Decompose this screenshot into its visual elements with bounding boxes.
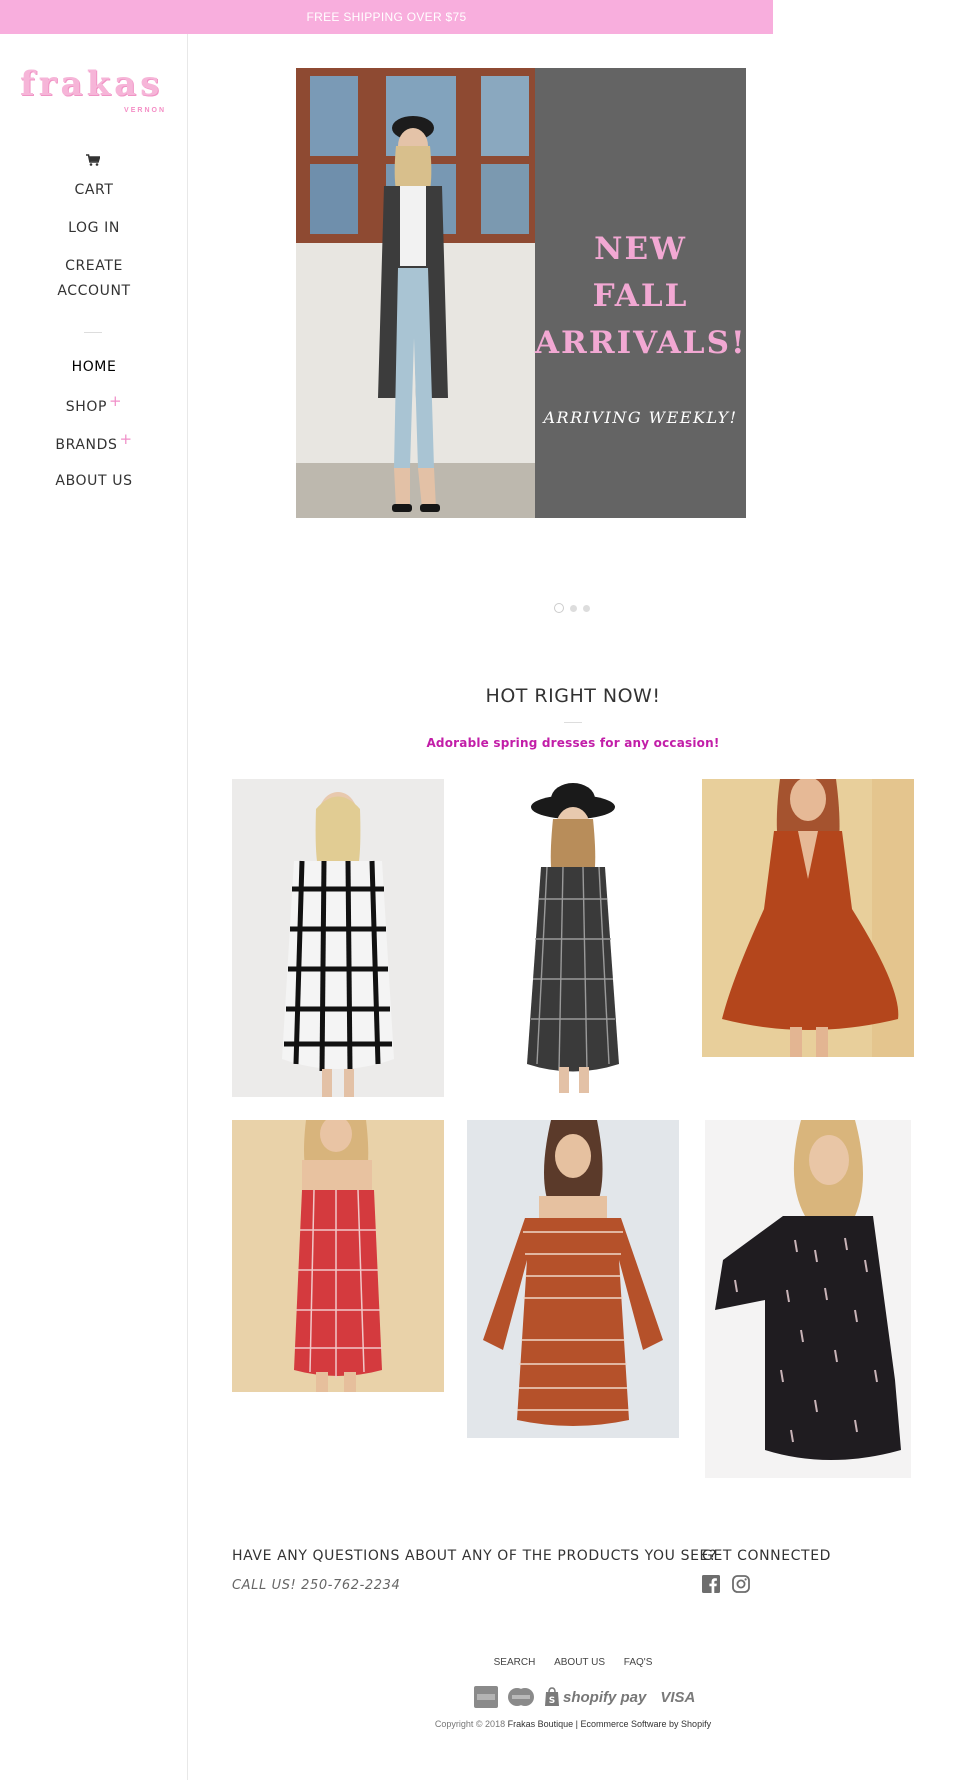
- payment-icons: S shopify pay VISA: [474, 1685, 695, 1709]
- product-card-5[interactable]: [467, 1120, 679, 1438]
- slide-dot-3[interactable]: [583, 604, 590, 612]
- hero-title: NEW FALL ARRIVALS!: [535, 226, 746, 367]
- login-link[interactable]: LOG IN: [0, 220, 188, 236]
- product-card-3[interactable]: [702, 779, 914, 1057]
- sidebar-item-label: ABOUT US: [55, 473, 133, 489]
- american-express-icon: [474, 1686, 498, 1708]
- footer-connect-heading: GET CONNECTED: [702, 1548, 832, 1564]
- product-image: [282, 792, 394, 1097]
- cart-link[interactable]: CART: [0, 182, 188, 198]
- copyright-prefix: Copyright © 2018: [434, 1719, 506, 1729]
- facebook-icon[interactable]: [702, 1575, 720, 1593]
- copyright-shopify-link[interactable]: Ecommerce Software by Shopify: [581, 1719, 712, 1729]
- shopify-pay-label: shopify pay: [563, 1688, 647, 1706]
- product-card-4[interactable]: [232, 1120, 444, 1392]
- hero-slide[interactable]: NEW FALL ARRIVALS! ARRIVING WEEKLY!: [296, 68, 746, 518]
- sidebar-item-label: SHOP: [65, 399, 108, 415]
- slide-dot-1[interactable]: [554, 603, 564, 613]
- copyright-separator: |: [575, 1719, 578, 1729]
- section-subtitle: Adorable spring dresses for any occasion…: [426, 736, 720, 750]
- mastercard-icon: [508, 1688, 534, 1706]
- logo-subtext: VERNON: [124, 107, 166, 114]
- footer-link-faq[interactable]: FAQ'S: [624, 1657, 653, 1668]
- hero-text-panel: NEW FALL ARRIVALS! ARRIVING WEEKLY!: [535, 68, 746, 518]
- hero-title-line: FALL: [592, 278, 689, 314]
- logo-text: frakas: [20, 64, 164, 104]
- announcement-text: FREE SHIPPING OVER $75: [306, 10, 467, 24]
- hero-title-line: NEW: [594, 231, 687, 267]
- sidebar-item-home[interactable]: HOME: [0, 359, 188, 375]
- sidebar-item-brands[interactable]: BRANDS +: [0, 430, 188, 453]
- visa-icon: VISA: [660, 1688, 696, 1706]
- shopify-pay-icon: S shopify pay: [544, 1687, 646, 1707]
- sidebar-item-label: BRANDS: [55, 437, 118, 453]
- sidebar-item-shop[interactable]: SHOP +: [0, 392, 188, 415]
- sidebar-item-about[interactable]: ABOUT US: [0, 473, 188, 489]
- product-card-1[interactable]: [232, 779, 444, 1097]
- section-divider: [564, 722, 582, 723]
- product-image: [527, 783, 619, 1093]
- section-title: HOT RIGHT NOW!: [485, 685, 661, 707]
- hero-title-line: ARRIVALS!: [535, 325, 747, 361]
- product-image: [722, 779, 914, 1057]
- instagram-icon[interactable]: [732, 1575, 750, 1593]
- product-image: [483, 1120, 663, 1426]
- slide-dot-2[interactable]: [570, 604, 577, 612]
- create-account-line-1: CREATE: [65, 258, 123, 274]
- cart-icon[interactable]: [86, 154, 100, 166]
- product-image: [294, 1120, 382, 1392]
- footer-links: SEARCH ABOUT US FAQ'S: [232, 1657, 914, 1668]
- product-card-2[interactable]: [467, 779, 679, 1097]
- hero-model-image: [296, 68, 535, 518]
- expand-plus-icon[interactable]: +: [119, 430, 132, 448]
- hero-photo: [296, 68, 535, 518]
- footer-link-search[interactable]: SEARCH: [494, 1657, 536, 1668]
- logo[interactable]: frakas VERNON: [18, 64, 170, 114]
- create-account-link[interactable]: CREATE ACCOUNT: [0, 258, 188, 299]
- product-card-6[interactable]: [705, 1120, 911, 1478]
- hero-subtitle: ARRIVING WEEKLY!: [543, 408, 738, 427]
- footer-link-about[interactable]: ABOUT US: [554, 1657, 605, 1668]
- slideshow-dots: [554, 603, 590, 613]
- footer-question-heading: HAVE ANY QUESTIONS ABOUT ANY OF THE PROD…: [232, 1548, 717, 1564]
- product-image: [715, 1120, 901, 1460]
- copyright-shop-link[interactable]: Frakas Boutique: [508, 1719, 574, 1729]
- create-account-line-2: ACCOUNT: [57, 283, 131, 299]
- sidebar-item-label: HOME: [71, 359, 117, 375]
- announcement-bar: FREE SHIPPING OVER $75: [0, 0, 773, 34]
- svg-text:S: S: [549, 1696, 555, 1706]
- shopify-bag-icon: S: [545, 1687, 559, 1706]
- copyright: Copyright © 2018 Frakas Boutique | Ecomm…: [232, 1719, 914, 1729]
- expand-plus-icon[interactable]: +: [109, 392, 122, 410]
- footer-call-text: CALL US! 250-762-2234: [232, 1578, 401, 1593]
- sidebar-divider: [84, 332, 102, 333]
- sidebar: frakas VERNON CART LOG IN CREATE ACCOUNT…: [0, 34, 188, 1780]
